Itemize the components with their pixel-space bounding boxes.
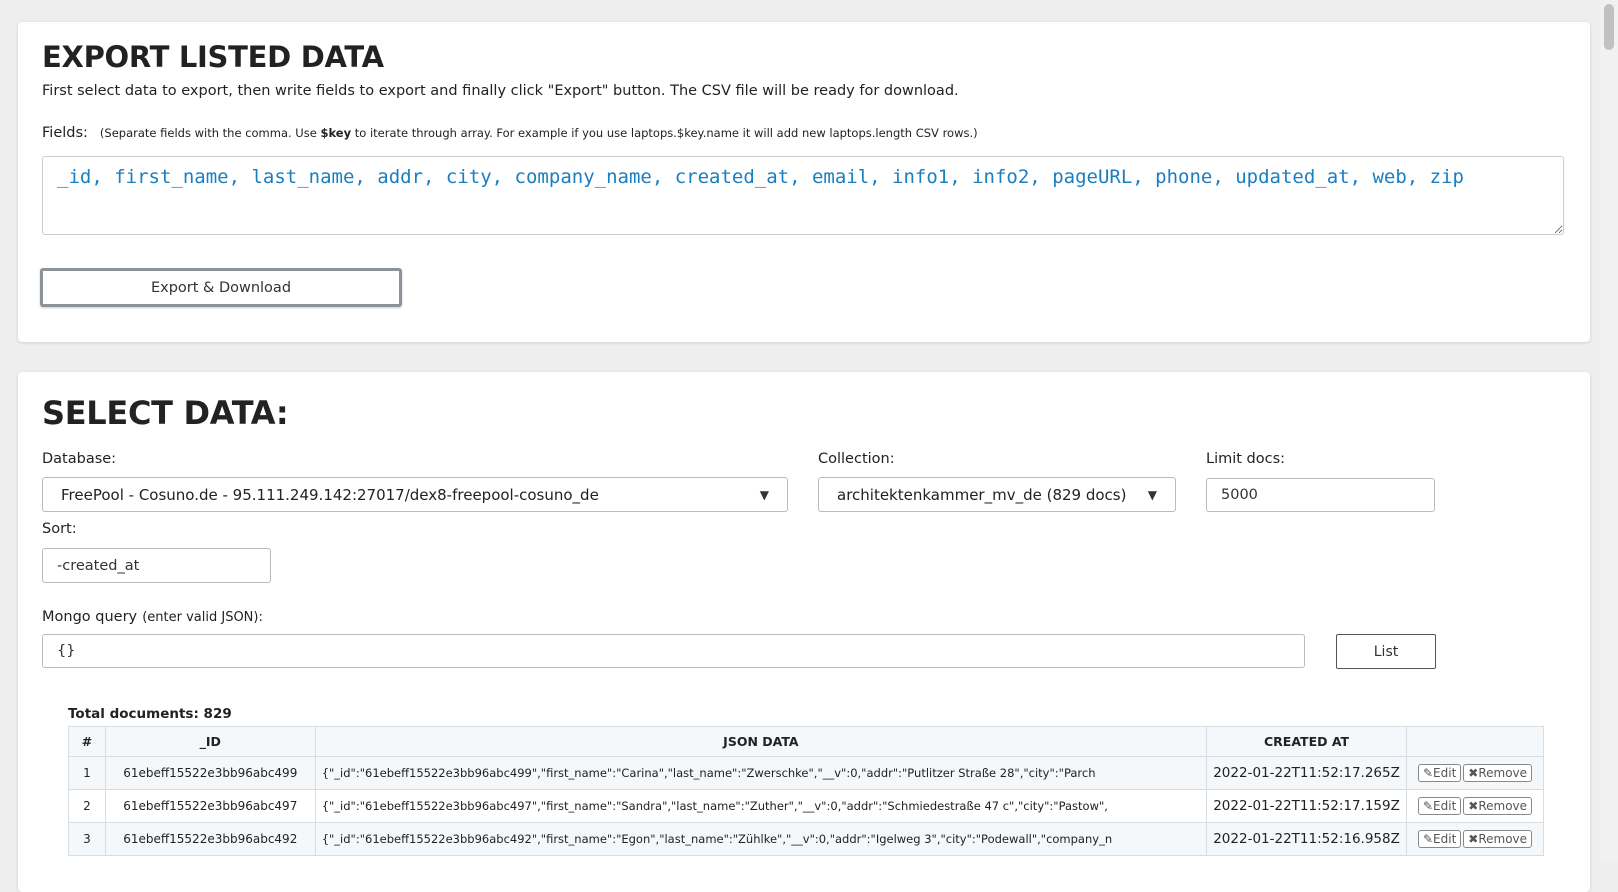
list-button[interactable]: List	[1336, 634, 1436, 669]
database-label: Database:	[42, 451, 117, 467]
table-header-row: # _ID JSON DATA CREATED AT	[68, 726, 1544, 757]
row-id: 61ebeff15522e3bb96abc492	[104, 822, 316, 856]
row-actions: ✎Edit ✖Remove	[1406, 789, 1544, 823]
sort-input[interactable]: -created_at	[42, 548, 271, 583]
export-card: EXPORT LISTED DATA First select data to …	[18, 22, 1590, 342]
table-row: 3 61ebeff15522e3bb96abc492 {"_id":"61ebe…	[68, 822, 1544, 856]
header-id: _ID	[104, 726, 316, 757]
row-created: 2022-01-22T11:52:16.958Z	[1206, 822, 1408, 856]
chevron-down-icon: ▼	[1147, 487, 1157, 502]
header-json: JSON DATA	[314, 726, 1208, 757]
database-select[interactable]: FreePool - Cosuno.de - 95.111.249.142:27…	[42, 477, 788, 512]
times-icon: ✖	[1468, 799, 1479, 813]
remove-button[interactable]: ✖Remove	[1463, 830, 1533, 848]
export-description: First select data to export, then write …	[42, 83, 959, 99]
table-row: 2 61ebeff15522e3bb96abc497 {"_id":"61ebe…	[68, 789, 1544, 823]
edit-icon: ✎	[1422, 832, 1434, 846]
query-label-row: Mongo query (enter valid JSON):	[42, 606, 263, 625]
sort-label: Sort:	[42, 521, 77, 537]
select-title: SELECT DATA:	[42, 394, 289, 432]
query-label: Mongo query	[42, 609, 138, 625]
header-actions	[1406, 726, 1544, 757]
chevron-down-icon: ▼	[759, 487, 769, 502]
row-json: {"_id":"61ebeff15522e3bb96abc499","first…	[314, 756, 1208, 790]
times-icon: ✖	[1468, 832, 1479, 846]
row-num: 1	[68, 756, 106, 790]
remove-button[interactable]: ✖Remove	[1463, 797, 1533, 815]
edit-icon: ✎	[1422, 766, 1434, 780]
times-icon: ✖	[1468, 766, 1479, 780]
database-select-value: FreePool - Cosuno.de - 95.111.249.142:27…	[61, 485, 599, 504]
row-actions: ✎Edit ✖Remove	[1406, 756, 1544, 790]
fields-label-row: Fields: (Separate fields with the comma.…	[42, 125, 978, 141]
remove-button[interactable]: ✖Remove	[1463, 764, 1533, 782]
header-created: CREATED AT	[1206, 726, 1408, 757]
total-documents: Total documents: 829	[68, 706, 232, 722]
fields-hint-key: $key	[320, 126, 352, 140]
row-created: 2022-01-22T11:52:17.159Z	[1206, 789, 1408, 823]
collection-select[interactable]: architektenkammer_mv_de (829 docs) ▼	[818, 477, 1176, 512]
export-download-button[interactable]: Export & Download	[40, 268, 402, 307]
fields-label: Fields:	[42, 125, 88, 141]
header-num: #	[68, 726, 106, 757]
select-data-card: SELECT DATA: Database: FreePool - Cosuno…	[18, 372, 1590, 892]
edit-button[interactable]: ✎Edit	[1417, 830, 1462, 848]
row-created: 2022-01-22T11:52:17.265Z	[1206, 756, 1408, 790]
documents-table: # _ID JSON DATA CREATED AT 1 61ebeff1552…	[68, 726, 1544, 856]
edit-button[interactable]: ✎Edit	[1417, 797, 1462, 815]
vertical-scrollbar[interactable]	[1600, 0, 1618, 861]
fields-hint: (Separate fields with the comma. Use $ke…	[99, 126, 978, 140]
collection-label: Collection:	[818, 451, 895, 467]
row-id: 61ebeff15522e3bb96abc499	[104, 756, 316, 790]
query-hint: (enter valid JSON):	[142, 610, 263, 625]
edit-button[interactable]: ✎Edit	[1417, 764, 1462, 782]
collection-select-value: architektenkammer_mv_de (829 docs)	[837, 485, 1127, 504]
mongo-query-input[interactable]: {}	[42, 634, 1305, 668]
row-num: 2	[68, 789, 106, 823]
row-actions: ✎Edit ✖Remove	[1406, 822, 1544, 856]
fields-textarea[interactable]: _id, first_name, last_name, addr, city, …	[42, 156, 1564, 235]
scrollbar-thumb[interactable]	[1604, 4, 1614, 50]
row-num: 3	[68, 822, 106, 856]
limit-input[interactable]: 5000	[1206, 478, 1435, 512]
row-id: 61ebeff15522e3bb96abc497	[104, 789, 316, 823]
row-json: {"_id":"61ebeff15522e3bb96abc497","first…	[314, 789, 1208, 823]
export-title: EXPORT LISTED DATA	[42, 40, 384, 74]
row-json: {"_id":"61ebeff15522e3bb96abc492","first…	[314, 822, 1208, 856]
table-row: 1 61ebeff15522e3bb96abc499 {"_id":"61ebe…	[68, 756, 1544, 790]
limit-label: Limit docs:	[1206, 451, 1286, 467]
edit-icon: ✎	[1422, 799, 1434, 813]
